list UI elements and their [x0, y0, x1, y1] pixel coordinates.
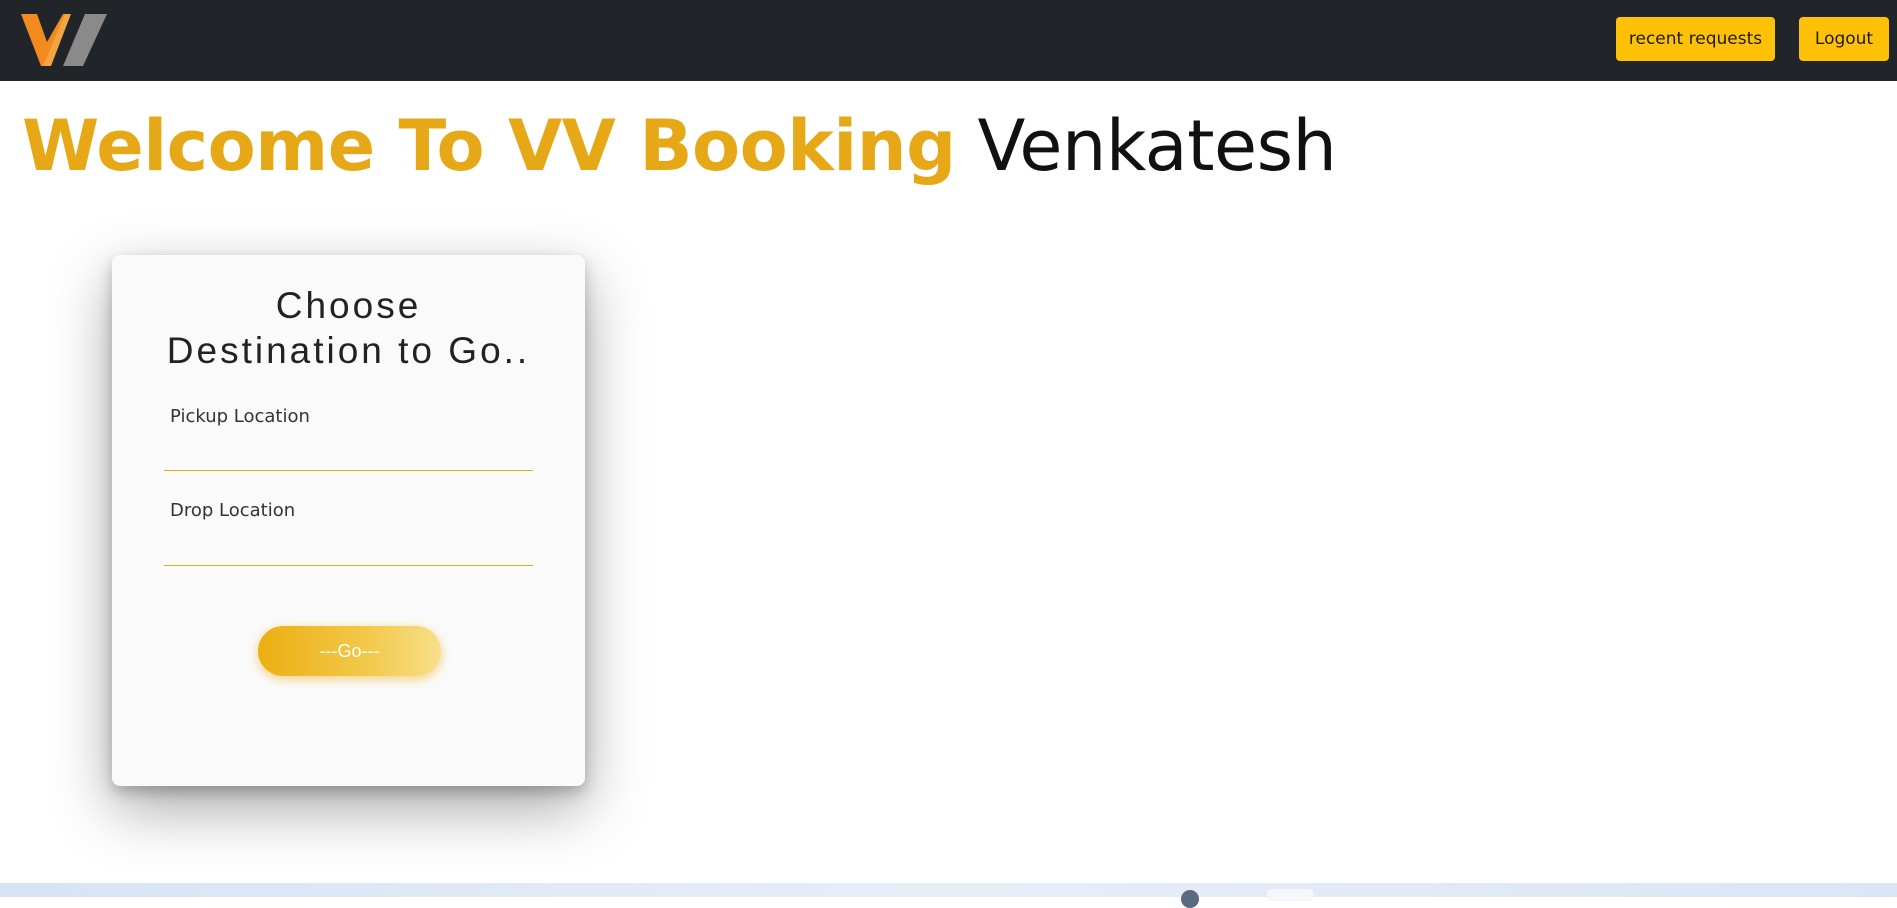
taskbar-app-icon[interactable] [1181, 890, 1199, 908]
welcome-text: Welcome To VV Booking [22, 105, 956, 187]
os-taskbar [0, 883, 1897, 897]
card-title-line1: Choose [275, 285, 422, 326]
vv-logo-icon[interactable] [21, 12, 107, 68]
card-title-line2: Destination to Go.. [166, 330, 531, 371]
taskbar-app-tile[interactable] [1267, 889, 1313, 901]
recent-requests-button[interactable]: recent requests [1616, 17, 1775, 61]
pickup-location-label: Pickup Location [170, 406, 310, 427]
pickup-location-input[interactable] [164, 440, 533, 471]
logout-button[interactable]: Logout [1799, 17, 1889, 61]
card-title: Choose Destination to Go.. [112, 283, 585, 373]
booking-card: Choose Destination to Go.. Pickup Locatio… [112, 255, 585, 786]
top-navbar: recent requests Logout [0, 0, 1897, 81]
drop-location-label: Drop Location [170, 500, 296, 521]
drop-location-input[interactable] [164, 535, 533, 566]
page-title: Welcome To VV Booking Venkatesh [22, 104, 1337, 188]
user-name: Venkatesh [977, 105, 1337, 187]
go-button[interactable]: ---Go--- [258, 626, 441, 676]
